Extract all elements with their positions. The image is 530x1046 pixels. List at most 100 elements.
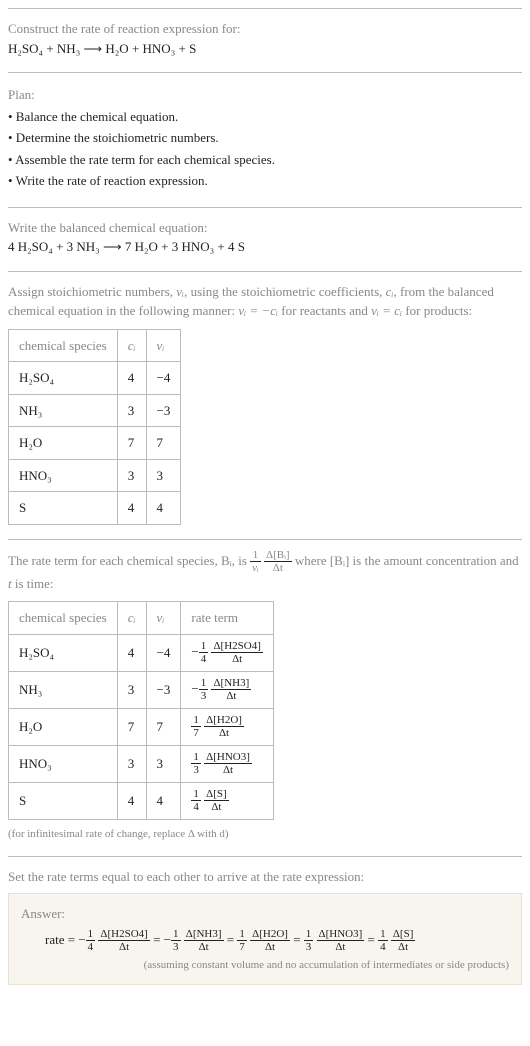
answer-note: (assuming constant volume and no accumul…: [21, 957, 509, 974]
coef-frac: 13: [199, 678, 209, 702]
c-i: cᵢ: [386, 284, 394, 299]
answer-label: Answer:: [21, 904, 509, 924]
delta-frac: Δ[H2O]Δt: [250, 929, 290, 953]
cell-species: HNO₃: [9, 459, 118, 492]
rate-term-text: is time:: [12, 576, 54, 591]
coef-frac: 13: [304, 929, 314, 953]
coef-frac: 14: [199, 641, 209, 665]
table-row: NH₃3−3: [9, 394, 181, 427]
numer: Δ[H2SO4]: [211, 641, 262, 652]
input-equation: H₂SO₄ + NH₃ ⟶ H₂O + HNO₃ + S: [8, 39, 522, 59]
cell-rate: 14 Δ[S]Δt: [181, 782, 274, 819]
reaction-arrow: ⟶: [80, 41, 105, 56]
denom: 3: [191, 763, 201, 776]
cell-nu: 4: [146, 782, 181, 819]
stoich-intro: Assign stoichiometric numbers, νᵢ, using…: [8, 282, 522, 321]
coef-frac: 13: [191, 752, 201, 776]
product-h2o: H₂O: [105, 41, 128, 56]
equals-sign: =: [224, 932, 238, 947]
denom: Δt: [98, 940, 149, 953]
problem-statement: Construct the rate of reaction expressio…: [8, 8, 522, 72]
table-row: S44: [9, 492, 181, 525]
numer: Δ[H2SO4]: [98, 929, 149, 940]
balanced-intro: Write the balanced chemical equation:: [8, 218, 522, 238]
rate-term-text: where [Bᵢ] is the amount concentration a…: [295, 552, 519, 567]
header-ci: cᵢ: [117, 329, 146, 362]
denom: 3: [304, 940, 314, 953]
sign: −: [191, 643, 198, 658]
numer: 1: [304, 929, 314, 940]
denom: 3: [171, 940, 181, 953]
rate-term-table: chemical species cᵢ νᵢ rate term H₂SO₄ 4…: [8, 601, 274, 820]
delta-frac: Δ[NH3]Δt: [211, 678, 251, 702]
denom: 4: [191, 800, 201, 813]
plan-bullet: • Assemble the rate term for each chemic…: [8, 150, 522, 170]
denom: 7: [237, 940, 247, 953]
denom: Δt: [264, 561, 292, 574]
denom: Δt: [204, 763, 252, 776]
numer: Δ[Bᵢ]: [264, 550, 292, 561]
stoich-text: Assign stoichiometric numbers,: [8, 284, 176, 299]
cell-rate: −14 Δ[H2SO4]Δt: [181, 634, 274, 671]
cell-rate: 13 Δ[HNO3]Δt: [181, 745, 274, 782]
numer: Δ[S]: [204, 789, 229, 800]
numer: 1: [378, 929, 388, 940]
denom: Δt: [204, 726, 244, 739]
plus-sign: +: [175, 41, 189, 56]
balanced-equation-section: Write the balanced chemical equation: 4 …: [8, 207, 522, 271]
stoich-text: for products:: [402, 303, 472, 318]
cell-nu: −4: [146, 634, 181, 671]
plan-bullet: • Balance the chemical equation.: [8, 107, 522, 127]
cell-species: NH₃: [9, 671, 118, 708]
numer: 1: [191, 752, 201, 763]
relation-products: νᵢ = cᵢ: [371, 303, 402, 318]
reactant-h2so4: H₂SO₄: [8, 41, 43, 56]
cell-nu: −4: [146, 362, 181, 395]
numer: 1: [86, 929, 96, 940]
plan-bullet: • Determine the stoichiometric numbers.: [8, 128, 522, 148]
table-row: S 4 4 14 Δ[S]Δt: [9, 782, 274, 819]
denom: Δt: [204, 800, 229, 813]
numer: Δ[H2O]: [204, 715, 244, 726]
table-row: HNO₃ 3 3 13 Δ[HNO3]Δt: [9, 745, 274, 782]
delta-frac: Δ[H2SO4]Δt: [98, 929, 149, 953]
denom: 4: [199, 652, 209, 665]
cell-nu: −3: [146, 394, 181, 427]
cell-ci: 4: [117, 362, 146, 395]
denom: Δt: [317, 940, 365, 953]
cell-ci: 3: [117, 394, 146, 427]
delta-frac: Δ[NH3]Δt: [184, 929, 224, 953]
denom: 4: [378, 940, 388, 953]
cell-species: NH₃: [9, 394, 118, 427]
rate-term-footnote: (for infinitesimal rate of change, repla…: [8, 826, 522, 843]
plan-bullet: • Write the rate of reaction expression.: [8, 171, 522, 191]
cell-nu: 3: [146, 459, 181, 492]
answer-box: Answer: rate = −14 Δ[H2SO4]Δt = −13 Δ[NH…: [8, 893, 522, 985]
reactant-nh3: NH₃: [57, 41, 80, 56]
cell-species: S: [9, 782, 118, 819]
denom: Δt: [211, 652, 262, 665]
delta-b-over-t: Δ[Bᵢ]Δt: [264, 550, 292, 574]
equals-sign: =: [150, 932, 164, 947]
sign: −: [164, 932, 171, 947]
header-nu: νᵢ: [146, 602, 181, 635]
prompt-line: Construct the rate of reaction expressio…: [8, 21, 240, 36]
delta-frac: Δ[H2O]Δt: [204, 715, 244, 739]
rate-expression: rate = −14 Δ[H2SO4]Δt = −13 Δ[NH3]Δt = 1…: [21, 929, 509, 953]
final-section: Set the rate terms equal to each other t…: [8, 856, 522, 999]
cell-ci: 3: [117, 671, 146, 708]
cell-species: H₂SO₄: [9, 634, 118, 671]
delta-frac: Δ[HNO3]Δt: [317, 929, 365, 953]
coef-frac: 17: [191, 715, 201, 739]
cell-nu: 4: [146, 492, 181, 525]
cell-ci: 3: [117, 745, 146, 782]
numer: 1: [199, 641, 209, 652]
coef-frac: 14: [191, 789, 201, 813]
plan-label: Plan:: [8, 85, 522, 105]
table-row: HNO₃33: [9, 459, 181, 492]
header-species: chemical species: [9, 329, 118, 362]
cell-rate: 17 Δ[H2O]Δt: [181, 708, 274, 745]
header-nu: νᵢ: [146, 329, 181, 362]
numer: Δ[H2O]: [250, 929, 290, 940]
numer: Δ[NH3]: [211, 678, 251, 689]
